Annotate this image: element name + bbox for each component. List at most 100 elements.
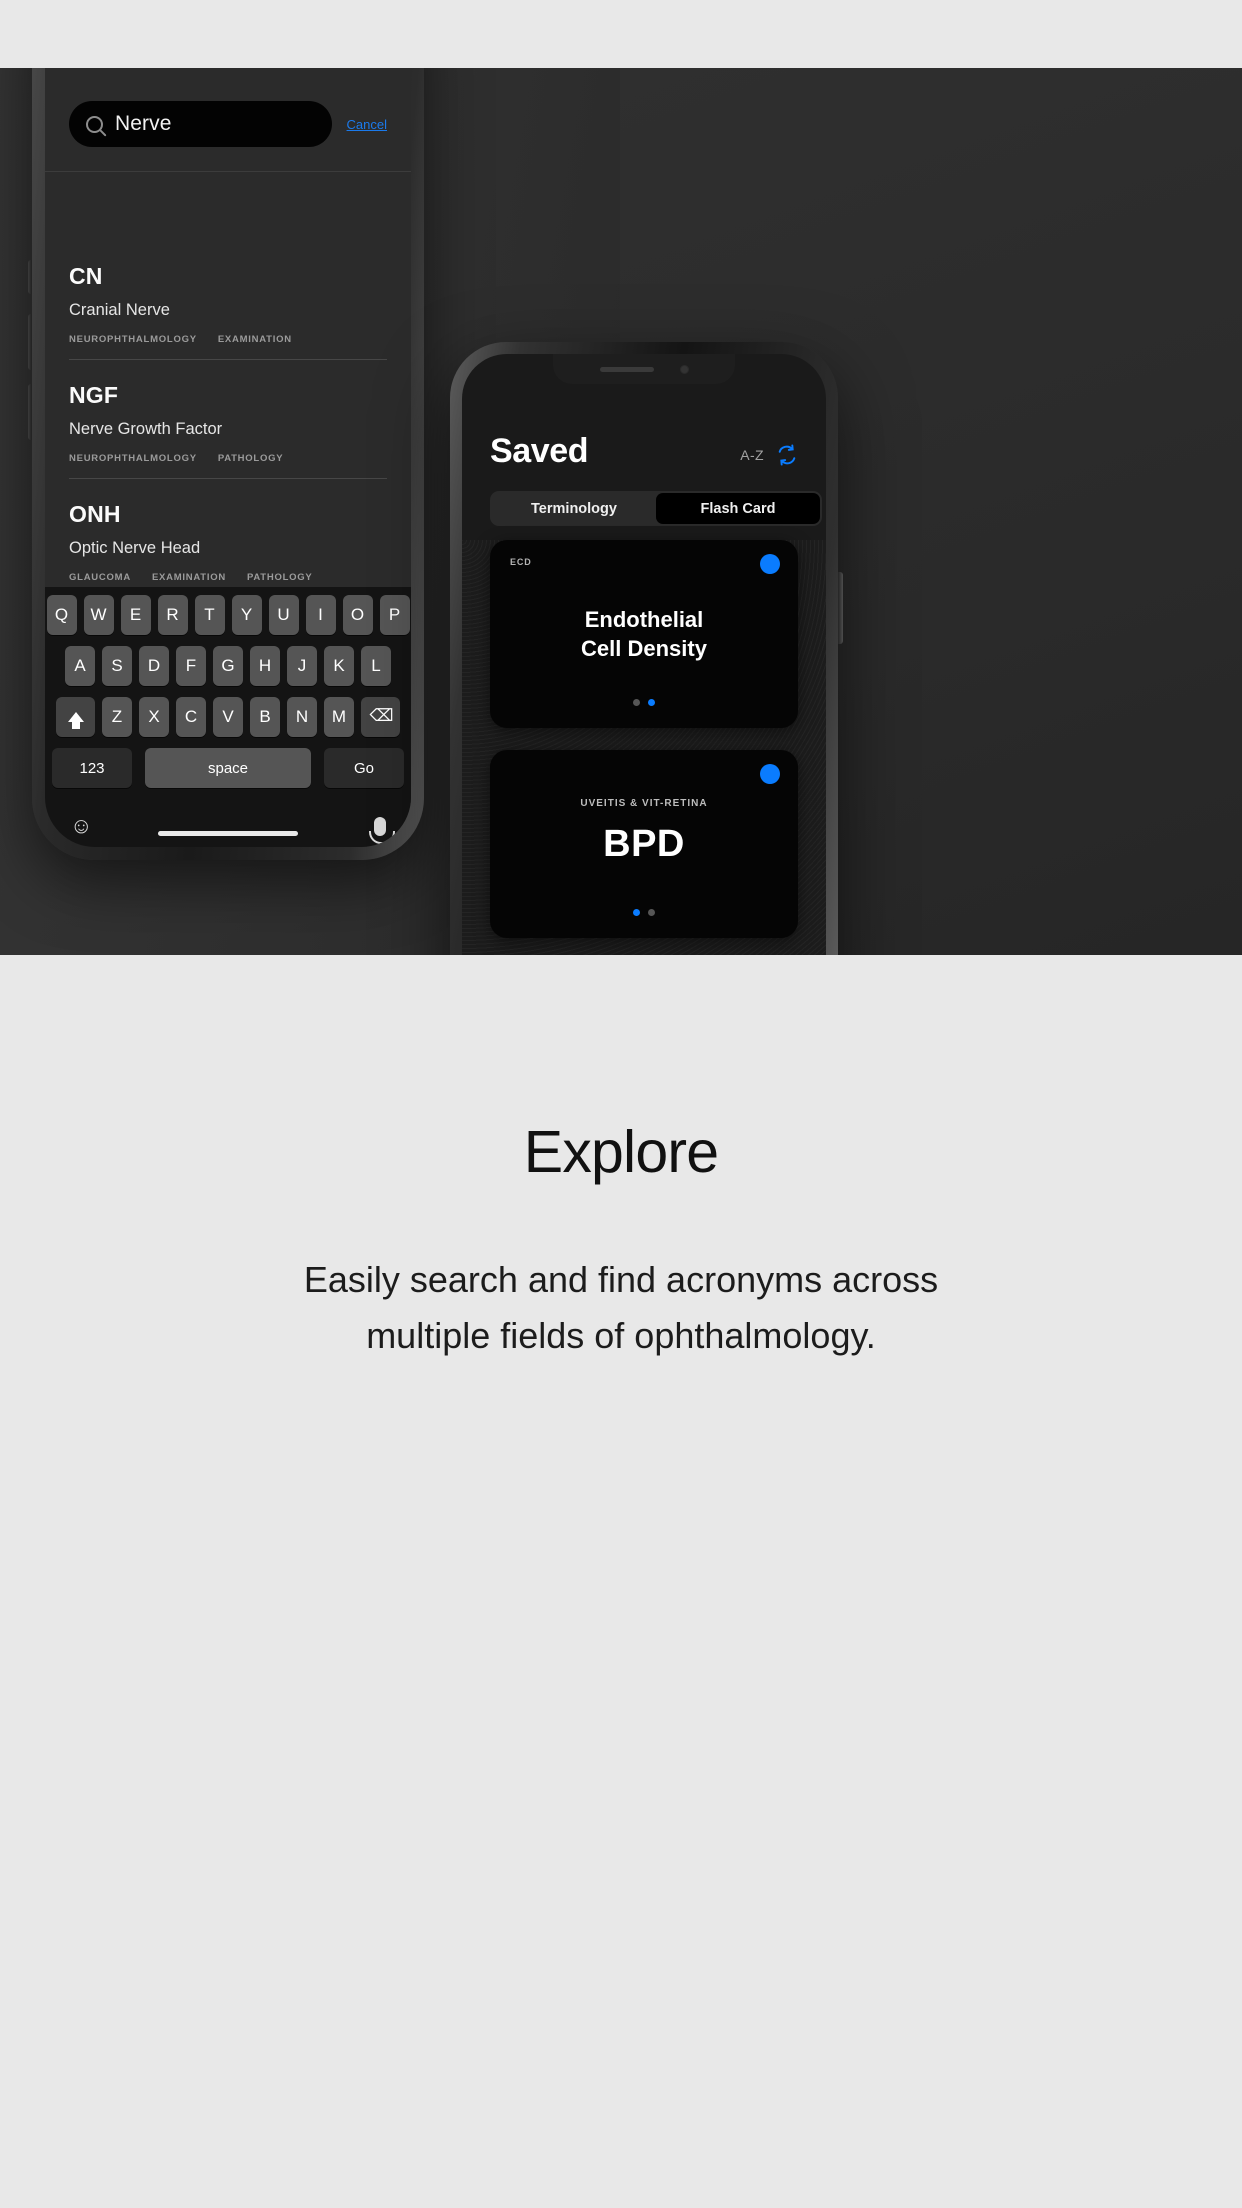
front-camera bbox=[679, 364, 689, 374]
silent-switch[interactable] bbox=[28, 384, 32, 440]
go-key[interactable]: Go bbox=[324, 748, 404, 788]
search-results-list: CN Cranial Nerve NEUROPHTHALMOLOGY EXAMI… bbox=[45, 241, 411, 597]
search-bar-area: Nerve Cancel bbox=[45, 81, 411, 172]
keyboard-row-1: Q W E R T Y U I O P bbox=[46, 595, 410, 635]
key-m[interactable]: M bbox=[324, 697, 354, 737]
key-n[interactable]: N bbox=[287, 697, 317, 737]
saved-toolbar: A-Z bbox=[740, 444, 798, 471]
list-item[interactable]: NGF Nerve Growth Factor NEUROPHTHALMOLOG… bbox=[69, 359, 387, 478]
key-t[interactable]: T bbox=[194, 595, 225, 635]
list-item[interactable]: ONH Optic Nerve Head GLAUCOMA EXAMINATIO… bbox=[69, 478, 387, 597]
result-tag: EXAMINATION bbox=[151, 572, 226, 583]
status-badge[interactable] bbox=[760, 554, 780, 574]
device-notch bbox=[553, 354, 735, 384]
key-s[interactable]: S bbox=[102, 646, 132, 686]
result-abbreviation: CN bbox=[69, 263, 103, 289]
backspace-icon[interactable] bbox=[361, 697, 400, 737]
emoji-icon[interactable]: ☺ bbox=[70, 813, 92, 839]
key-p[interactable]: P bbox=[379, 595, 410, 635]
earpiece-speaker bbox=[599, 366, 654, 372]
explore-section: Explore Easily search and find acronyms … bbox=[0, 955, 1242, 2208]
key-d[interactable]: D bbox=[139, 646, 169, 686]
status-badge[interactable] bbox=[760, 764, 780, 784]
key-h[interactable]: H bbox=[250, 646, 280, 686]
subheading-line-1: Easily search and find acronyms across bbox=[303, 1259, 939, 1300]
phone-saved-screen: Saved A-Z Terminology Flash Card ECD End… bbox=[462, 354, 826, 955]
keyboard-bottom-bar: ☺ bbox=[48, 799, 408, 847]
key-w[interactable]: W bbox=[83, 595, 114, 635]
flash-card[interactable]: UVEITIS & VIT-RETINA BPD bbox=[490, 750, 798, 938]
key-u[interactable]: U bbox=[268, 595, 299, 635]
refresh-icon[interactable] bbox=[776, 444, 798, 466]
result-abbreviation: NGF bbox=[69, 382, 119, 408]
result-tag: GLAUCOMA bbox=[69, 572, 131, 583]
view-mode-segmented-control[interactable]: Terminology Flash Card bbox=[490, 491, 822, 526]
shift-icon[interactable] bbox=[56, 697, 95, 737]
space-key[interactable]: space bbox=[145, 748, 311, 788]
volume-down-button[interactable] bbox=[28, 314, 32, 370]
tab-terminology[interactable]: Terminology bbox=[492, 493, 656, 524]
power-button[interactable] bbox=[838, 572, 843, 644]
phone-search-screen: Nerve Cancel CN Cranial Nerve NEUROPHTHA… bbox=[45, 68, 411, 847]
saved-header: Saved A-Z bbox=[462, 432, 826, 471]
section-heading: Explore bbox=[523, 1119, 719, 1185]
search-input-value: Nerve bbox=[115, 112, 172, 135]
result-tag: PATHOLOGY bbox=[247, 572, 313, 583]
subheading-line-2: multiple fields of ophthalmology. bbox=[366, 1314, 876, 1356]
keyboard-row-4: 123 space Go bbox=[48, 748, 408, 788]
flash-card[interactable]: ECD Endothelial Cell Density bbox=[490, 540, 798, 728]
pager-dot-active bbox=[633, 909, 640, 916]
key-z[interactable]: Z bbox=[102, 697, 132, 737]
flash-card-title: BPD bbox=[603, 822, 685, 865]
key-c[interactable]: C bbox=[176, 697, 206, 737]
key-v[interactable]: V bbox=[213, 697, 243, 737]
pager-dot bbox=[648, 909, 655, 916]
key-l[interactable]: L bbox=[361, 646, 391, 686]
pager-dot bbox=[633, 699, 640, 706]
key-f[interactable]: F bbox=[176, 646, 206, 686]
search-input[interactable]: Nerve bbox=[69, 101, 332, 147]
result-abbreviation: ONH bbox=[69, 501, 121, 527]
key-y[interactable]: Y bbox=[231, 595, 262, 635]
pager-dot-active bbox=[648, 699, 655, 706]
key-a[interactable]: A bbox=[65, 646, 95, 686]
result-full-name: Nerve Growth Factor bbox=[69, 420, 223, 438]
top-margin-strip bbox=[0, 0, 1242, 68]
result-full-name: Optic Nerve Head bbox=[69, 539, 201, 557]
key-b[interactable]: B bbox=[250, 697, 280, 737]
volume-up-button[interactable] bbox=[28, 260, 32, 294]
result-tags: NEUROPHTHALMOLOGY PATHOLOGY bbox=[69, 453, 387, 478]
key-g[interactable]: G bbox=[213, 646, 243, 686]
on-screen-keyboard: Q W E R T Y U I O P A S D F G H J K L Z … bbox=[45, 587, 411, 847]
hero-section: Nerve Cancel CN Cranial Nerve NEUROPHTHA… bbox=[0, 68, 1242, 955]
flash-card-title-line1: Endothelial bbox=[584, 606, 704, 632]
search-icon bbox=[86, 115, 103, 133]
numbers-key[interactable]: 123 bbox=[52, 748, 132, 788]
tab-flash-card[interactable]: Flash Card bbox=[656, 493, 820, 524]
phone-saved-device: Saved A-Z Terminology Flash Card ECD End… bbox=[450, 342, 843, 955]
result-tag: NEUROPHTHALMOLOGY bbox=[69, 334, 197, 345]
result-tags: NEUROPHTHALMOLOGY EXAMINATION bbox=[69, 334, 387, 359]
microphone-icon[interactable] bbox=[369, 816, 395, 844]
key-o[interactable]: O bbox=[342, 595, 373, 635]
result-full-name: Cranial Nerve bbox=[69, 301, 170, 319]
key-q[interactable]: Q bbox=[46, 595, 77, 635]
sort-az-button[interactable]: A-Z bbox=[740, 447, 764, 463]
result-tag: PATHOLOGY bbox=[217, 453, 284, 464]
phone-search-device: Nerve Cancel CN Cranial Nerve NEUROPHTHA… bbox=[28, 68, 424, 860]
cancel-button[interactable]: Cancel bbox=[345, 117, 387, 132]
page-title: Saved bbox=[490, 432, 589, 470]
key-i[interactable]: I bbox=[305, 595, 336, 635]
flash-card-pager bbox=[490, 699, 798, 706]
key-e[interactable]: E bbox=[120, 595, 151, 635]
flash-card-category: UVEITIS & VIT-RETINA bbox=[580, 798, 708, 809]
home-indicator bbox=[158, 831, 298, 836]
section-subheading: Easily search and find acronyms across m… bbox=[0, 1252, 1242, 1364]
key-j[interactable]: J bbox=[287, 646, 317, 686]
key-x[interactable]: X bbox=[139, 697, 169, 737]
key-k[interactable]: K bbox=[324, 646, 354, 686]
flash-card-list[interactable]: ECD Endothelial Cell Density UVEITIS & V… bbox=[462, 540, 826, 955]
key-r[interactable]: R bbox=[157, 595, 188, 635]
list-item[interactable]: CN Cranial Nerve NEUROPHTHALMOLOGY EXAMI… bbox=[69, 241, 387, 359]
flash-card-pager bbox=[490, 909, 798, 916]
